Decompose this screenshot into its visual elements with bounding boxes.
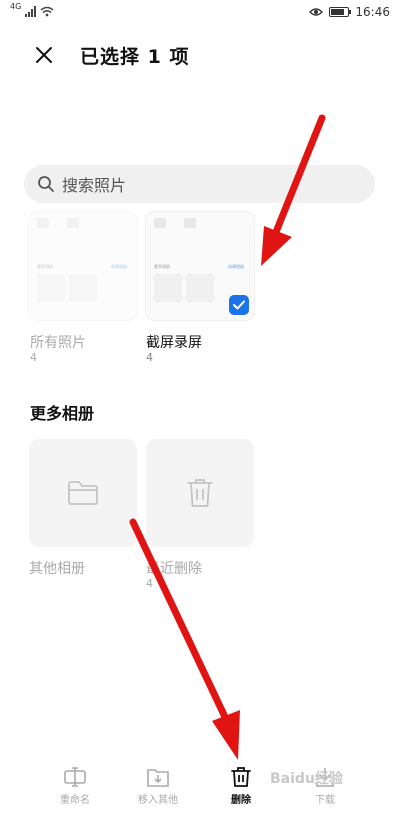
close-icon xyxy=(36,47,52,63)
album-name: 其他相册 xyxy=(29,561,85,577)
download-label: 下载 xyxy=(315,795,335,806)
mini-more-label: 更多相册 xyxy=(37,264,53,269)
album-name: 所有照片 xyxy=(30,335,86,351)
delete-button[interactable]: 删除 xyxy=(201,766,281,806)
rename-label: 重命名 xyxy=(60,795,90,806)
section-title-more-albums: 更多相册 xyxy=(30,404,95,423)
move-to-folder-icon xyxy=(147,769,169,787)
album-count: 4 xyxy=(146,577,153,590)
eye-icon xyxy=(309,8,324,16)
network-type: 4G xyxy=(10,2,22,11)
search-placeholder: 搜索照片 xyxy=(62,176,127,195)
search-bar[interactable]: 搜索照片 xyxy=(24,165,375,203)
watermark: Baidu经验 xyxy=(270,771,343,787)
selected-checkbox[interactable] xyxy=(229,295,249,315)
mini-more-label: 更多相册 xyxy=(154,264,170,269)
album-thumb-all-photos[interactable]: 更多相册 创建相册 xyxy=(28,211,138,321)
status-time: 16:46 xyxy=(355,5,390,19)
mini-link-label: 创建相册 xyxy=(111,264,127,269)
album-thumb-recently-deleted[interactable] xyxy=(146,439,254,547)
folder-icon xyxy=(68,481,98,505)
search-icon xyxy=(38,176,54,192)
album-name: 截屏录屏 xyxy=(146,335,202,351)
mini-link-label: 创建相册 xyxy=(228,264,244,269)
album-thumb-other[interactable] xyxy=(29,439,137,547)
check-icon xyxy=(233,300,245,310)
album-count: 4 xyxy=(146,351,153,364)
delete-label: 删除 xyxy=(231,795,251,806)
move-label: 移入其他 xyxy=(138,795,178,806)
page-title: 已选择 1 项 xyxy=(80,46,190,68)
close-button[interactable] xyxy=(24,35,64,75)
rename-button[interactable]: 重命名 xyxy=(35,766,115,806)
trash-icon xyxy=(231,767,251,787)
trash-icon xyxy=(187,479,213,507)
album-name: 最近删除 xyxy=(146,561,202,577)
battery-icon xyxy=(329,7,352,17)
rename-icon xyxy=(64,767,86,787)
signal-icon xyxy=(25,5,37,17)
move-button[interactable]: 移入其他 xyxy=(118,766,198,806)
wifi-icon xyxy=(40,6,54,17)
album-count: 4 xyxy=(30,351,37,364)
status-bar: 4G 16:46 xyxy=(0,0,400,26)
